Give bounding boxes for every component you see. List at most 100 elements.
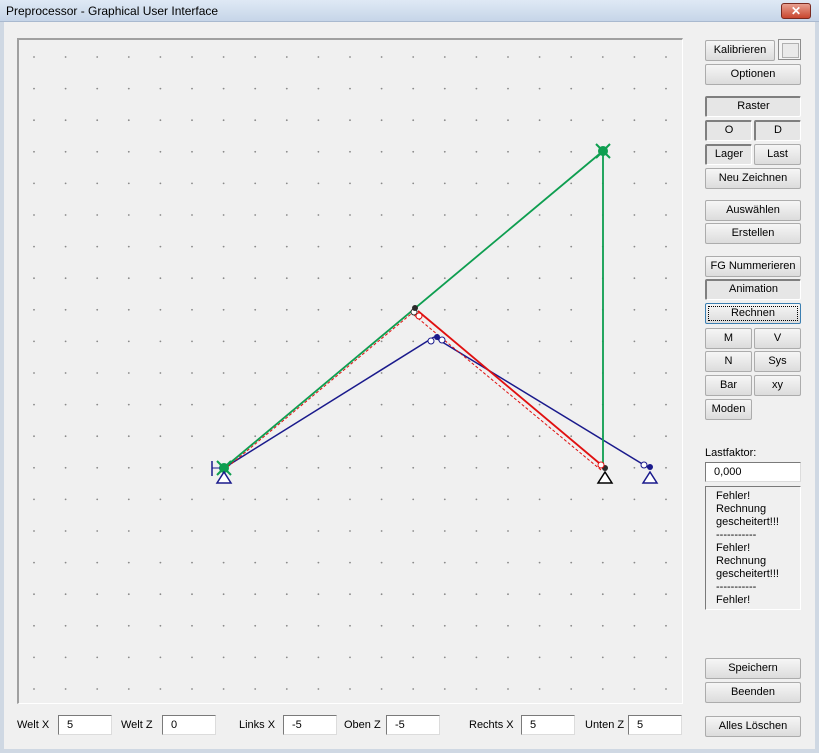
welt-z-field[interactable]: 0 [162,715,216,735]
grid-dot [96,56,99,58]
grid-dot [33,372,35,374]
last-button[interactable]: Last [754,144,801,165]
grid-dot [191,593,193,596]
grid-dot [222,624,225,627]
structure-drawing[interactable] [19,40,682,703]
grid-dot [317,182,320,185]
grid-dot [475,182,478,185]
node-blue-hinge-left [427,337,435,345]
grid-dot [570,56,573,58]
grid-dot [33,150,35,153]
grid-dot [64,688,67,690]
grid-dot [412,403,415,406]
grid-dot [570,688,573,690]
grid-dot [349,656,351,659]
grid-dot [317,561,320,564]
sys-button[interactable]: Sys [754,351,801,372]
grid-dot [191,56,193,58]
message-line: Fehler! [716,542,751,554]
m-button[interactable]: M [705,328,752,349]
grid-dot [665,56,667,58]
beenden-button[interactable]: Beenden [705,682,801,703]
grid-dot [570,372,573,374]
grid-dot [191,308,193,311]
lastfaktor-field[interactable]: 0,000 [705,462,801,482]
grid-dot [475,624,478,627]
oben-z-field[interactable]: -5 [386,715,440,735]
welt-z-label: Welt Z [121,719,153,731]
grid-dot [570,277,573,280]
grid-dot [64,214,67,216]
v-button[interactable]: V [754,328,801,349]
grid-dot [665,593,667,596]
grid-dot [191,403,193,406]
grid-dot [96,182,99,185]
grid-dot [33,87,35,90]
d-button[interactable]: D [754,120,801,141]
n-button[interactable]: N [705,351,752,372]
grid-dot [254,530,257,532]
grid-dot [412,182,415,185]
fg-nummerieren-button[interactable]: FG Nummerieren [705,256,801,277]
grid-dot [665,561,667,564]
grid-dot [507,87,509,90]
grid-dot [475,87,478,90]
grid-dot [633,150,636,153]
erstellen-button[interactable]: Erstellen [705,223,801,244]
grid-dot [127,214,130,216]
grid-dot [349,688,351,690]
grid-dot [601,87,604,90]
bar-button[interactable]: Bar [705,375,752,396]
o-button[interactable]: O [705,120,752,141]
optionen-button[interactable]: Optionen [705,64,801,85]
links-x-field[interactable]: -5 [283,715,337,735]
grid-dot [159,530,162,532]
grid-dot [127,466,130,469]
grid-dot [285,403,288,406]
grid-dot [475,688,478,690]
alles-loeschen-button[interactable]: Alles Löschen [705,716,801,737]
grid-dot [570,119,573,122]
grid-dot [665,245,667,248]
grid-dot [64,308,67,311]
grid-dot [159,150,162,153]
moden-button[interactable]: Moden [705,399,752,420]
welt-x-field[interactable]: 5 [58,715,112,735]
speichern-button[interactable]: Speichern [705,658,801,679]
grid-dot [127,277,130,280]
unten-z-label: Unten Z [585,719,625,731]
lager-button[interactable]: Lager [705,144,752,165]
grid-dot [254,688,257,690]
grid-dot [254,150,257,153]
kalibrieren-toggle[interactable] [778,39,801,60]
xy-button[interactable]: xy [754,375,801,396]
animation-button[interactable]: Animation [705,279,801,300]
grid-dot [222,214,225,216]
rechnen-button[interactable]: Rechnen [705,303,801,324]
grid-dot [380,466,383,469]
grid-dot [601,656,604,659]
grid-dot [665,688,667,690]
grid-dot [443,530,446,532]
red-dashed-member-left [223,313,412,471]
grid-dot [443,214,446,216]
neu-zeichnen-button[interactable]: Neu Zeichnen [705,168,801,189]
close-button[interactable]: ✕ [781,3,811,19]
grid-dot [507,340,509,343]
auswaehlen-button[interactable]: Auswählen [705,200,801,221]
grid-dot [380,403,383,406]
grid-dot [601,593,604,596]
grid-dot [475,214,478,216]
grid-dot [33,530,35,532]
rechts-x-field[interactable]: 5 [521,715,575,735]
grid-dot [412,624,415,627]
kalibrieren-button[interactable]: Kalibrieren [705,40,775,61]
grid-dot [412,340,415,343]
grid-dot [285,150,288,153]
raster-button[interactable]: Raster [705,96,801,117]
drawing-canvas[interactable] [17,38,683,704]
grid-dot [412,656,415,659]
grid-dot [285,340,288,343]
grid-dot [665,372,667,374]
unten-z-field[interactable]: 5 [628,715,682,735]
